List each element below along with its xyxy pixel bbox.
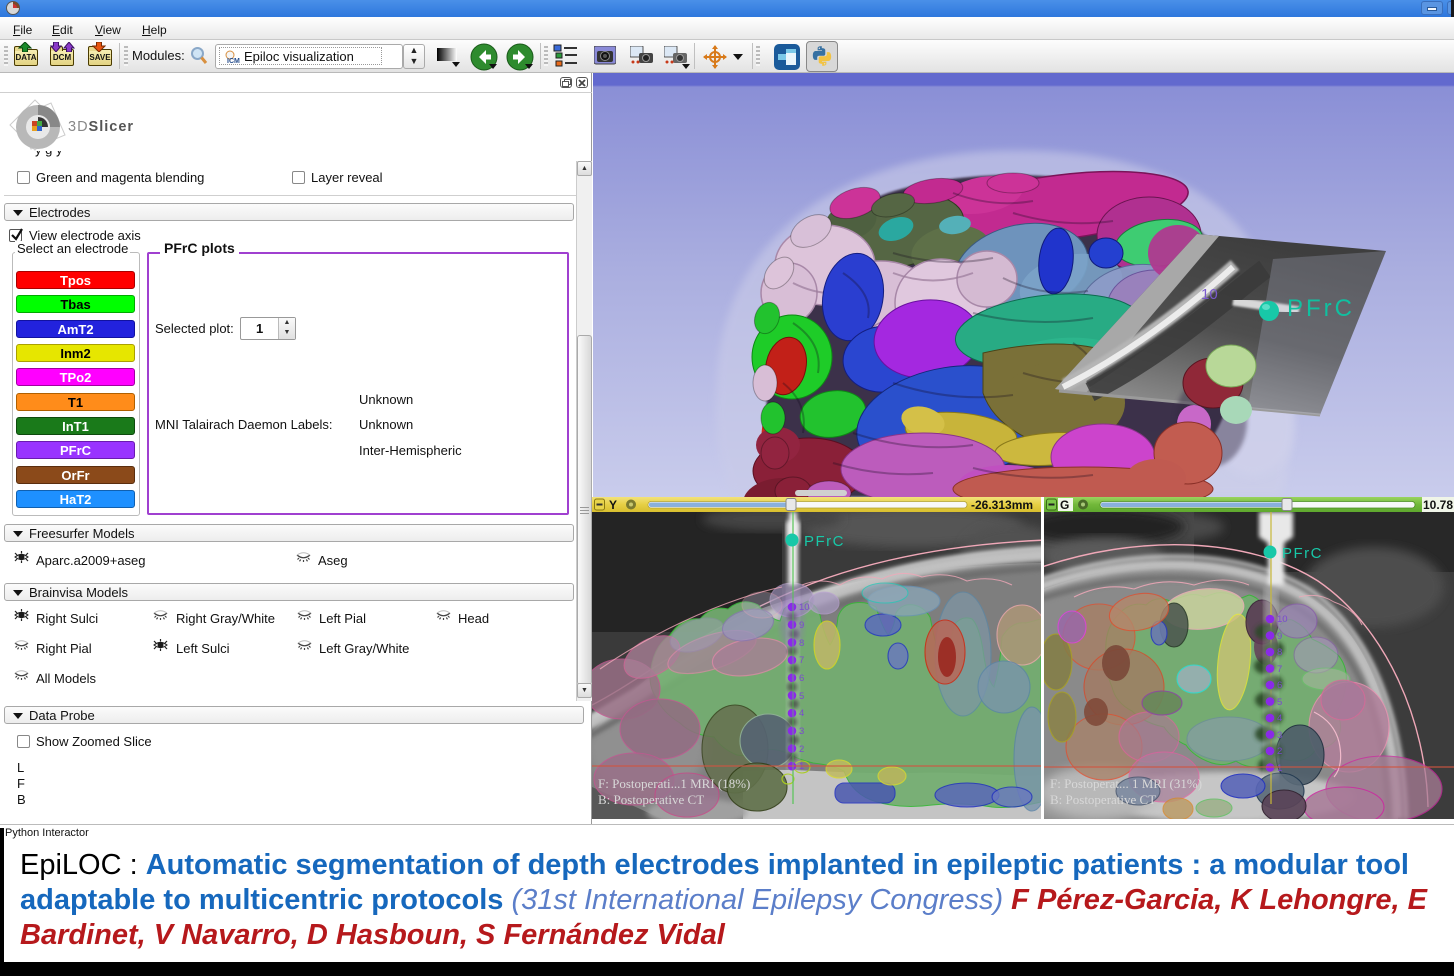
svg-text:Y: Y xyxy=(609,498,617,512)
svg-text:G: G xyxy=(1060,498,1069,512)
svg-text:10: 10 xyxy=(1277,614,1288,625)
svg-text:3: 3 xyxy=(1277,730,1282,741)
svg-text:5: 5 xyxy=(1277,697,1282,708)
svg-text:4: 4 xyxy=(799,708,804,719)
svg-text:10: 10 xyxy=(799,602,810,613)
svg-text:10.78: 10.78 xyxy=(1423,498,1453,512)
svg-text:3: 3 xyxy=(799,726,804,737)
svg-text:6: 6 xyxy=(1277,680,1282,691)
svg-text:2: 2 xyxy=(799,744,804,755)
svg-text:4: 4 xyxy=(1277,713,1282,724)
svg-text:B: Postoperative CT: B: Postoperative CT xyxy=(598,792,704,807)
svg-text:8: 8 xyxy=(1277,647,1282,658)
svg-text:PFrC: PFrC xyxy=(804,533,845,550)
svg-text:F: Postoperat... 1 MRI (31%): F: Postoperat... 1 MRI (31%) xyxy=(1050,776,1202,791)
svg-text:7: 7 xyxy=(1277,664,1282,675)
svg-text:6: 6 xyxy=(799,673,804,684)
svg-text:-26.313mm: -26.313mm xyxy=(971,498,1033,512)
svg-text:3DSlicer: 3DSlicer xyxy=(68,119,134,135)
svg-text:9: 9 xyxy=(799,620,804,631)
svg-text:1: 1 xyxy=(1277,763,1282,774)
svg-text:PFrC: PFrC xyxy=(1282,545,1323,562)
svg-text:10: 10 xyxy=(1201,286,1218,303)
svg-text:8: 8 xyxy=(799,638,804,649)
svg-text:B: Postoperative CT: B: Postoperative CT xyxy=(1050,792,1156,807)
svg-text:9: 9 xyxy=(1277,631,1282,642)
svg-text:7: 7 xyxy=(799,655,804,666)
svg-text:2: 2 xyxy=(1277,746,1282,757)
svg-text:5: 5 xyxy=(799,691,804,702)
svg-text:PFrC: PFrC xyxy=(1287,295,1355,322)
svg-text:ICM: ICM xyxy=(227,58,240,65)
svg-text:F: Postoperati...1 MRI (18%): F: Postoperati...1 MRI (18%) xyxy=(598,776,750,791)
